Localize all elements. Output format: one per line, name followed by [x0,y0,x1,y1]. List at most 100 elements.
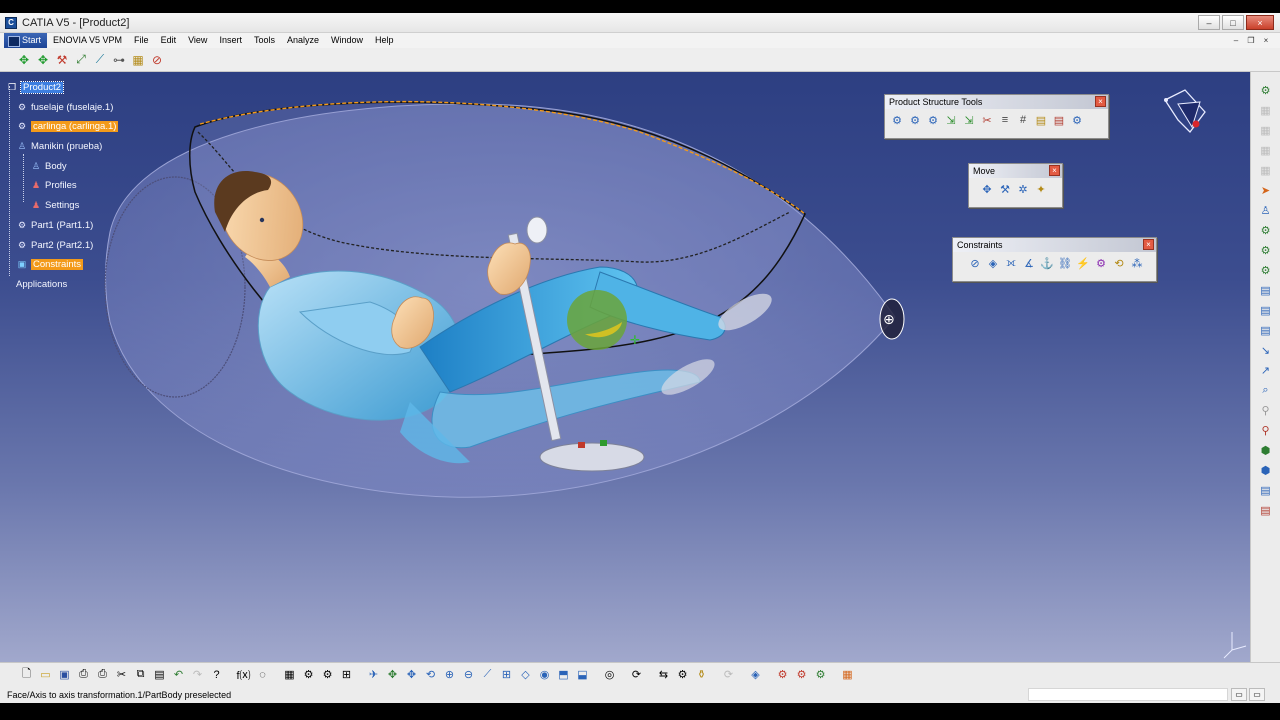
tree-node-carlinga[interactable]: ⚙ carlinga (carlinga.1) [16,118,119,134]
snap-tool-icon[interactable]: ⚒ [997,181,1013,197]
minimize-button[interactable]: – [1198,15,1220,30]
tree-label-body[interactable]: Body [45,161,67,172]
menu-view[interactable]: View [182,33,213,48]
select-icon[interactable]: ➤ [1258,182,1274,198]
pan-icon[interactable]: ✥ [403,667,420,683]
ik-worker-frame-icon[interactable]: ⌕ [1258,382,1274,398]
status-stop-icon[interactable]: ▭ [1231,688,1247,701]
fix-together-icon[interactable]: ⛓ [1057,255,1073,271]
existing-positioning-icon[interactable]: ⇲ [961,112,977,128]
replace-component-icon[interactable]: ✂ [979,112,995,128]
measure-between-icon[interactable]: ◈ [747,667,764,683]
tree-node-fuselaje[interactable]: ⚙ fuselaje (fuselaje.1) [16,99,113,115]
iso-view-icon[interactable]: ◇ [517,667,534,683]
menu-start[interactable]: Start [4,33,48,48]
save-icon[interactable]: ▣ [56,667,73,683]
preferred-angles-icon[interactable]: ▤ [1258,322,1274,338]
offset-constraint-icon[interactable]: ⟗ [1003,255,1019,271]
tree-node-part1[interactable]: ⚙ Part1 (Part1.1) [16,217,93,233]
zoom-out-icon[interactable]: ⊖ [460,667,477,683]
tree-node-settings[interactable]: ♟ Settings [30,197,79,213]
scene-icon[interactable]: ⚙ [812,667,829,683]
doc-close-icon[interactable]: × [1260,34,1272,46]
tree-label-manikin[interactable]: Manikin (prueba) [31,141,102,152]
reuse-pattern-icon[interactable]: ⁂ [1129,255,1145,271]
print-icon[interactable]: ⎙ [75,667,92,683]
attach-icon[interactable]: ⚲ [1258,422,1274,438]
change-constraint-icon[interactable]: ⟲ [1111,255,1127,271]
generate-numbering-icon[interactable]: # [1015,112,1031,128]
formula-icon[interactable]: f⒳ [235,667,252,683]
insert-product-icon[interactable]: ⚙ [907,112,923,128]
menu-window[interactable]: Window [325,33,369,48]
angular-limits-icon[interactable]: ▤ [1258,302,1274,318]
manipulation-tool-icon[interactable]: ✥ [979,181,995,197]
tree-expand-icon[interactable]: ⇆ [655,667,672,683]
new-icon[interactable]: 🗋 [18,667,35,683]
menu-help[interactable]: Help [369,33,400,48]
graph-tree-reordering-icon[interactable]: ≡ [997,112,1013,128]
analysis-icon[interactable]: ⬢ [1258,442,1274,458]
hide-show-icon[interactable]: ⬒ [555,667,572,683]
shading-icon[interactable]: ◉ [536,667,553,683]
inverse-kinematics-icon[interactable]: ↗ [1258,362,1274,378]
tree-label-fuselaje[interactable]: fuselaje (fuselaje.1) [31,102,113,113]
clash-icon[interactable]: ⟋ [92,52,108,68]
posture-icon[interactable]: ⚙ [1258,222,1274,238]
tree-node-part2[interactable]: ⚙ Part2 (Part2.1) [16,237,93,253]
no-update-icon[interactable]: ⊘ [149,52,165,68]
control-stick-base[interactable] [539,442,645,472]
insert-part-icon[interactable]: ⚙ [925,112,941,128]
3d-scene[interactable]: ✛ ⊕ [0,72,1250,662]
menu-analyze[interactable]: Analyze [281,33,325,48]
quick-constraint-icon[interactable]: ⚡ [1075,255,1091,271]
tree-label-part1[interactable]: Part1 (Part1.1) [31,220,93,231]
menu-edit[interactable]: Edit [155,33,183,48]
flexible-rigid-icon[interactable]: ⚙ [1093,255,1109,271]
vision-icon[interactable]: ▤ [1258,282,1274,298]
move-icon[interactable]: ✥ [35,52,51,68]
table-icon[interactable]: ⊞ [338,667,355,683]
panel-close-button[interactable]: × [1143,239,1154,250]
multi-instantiation-icon[interactable]: ⚙ [1069,112,1085,128]
zoom-in-icon[interactable]: ⊕ [441,667,458,683]
rotate-icon[interactable]: ⟲ [422,667,439,683]
manipulation-icon[interactable]: ✥ [16,52,32,68]
multi-view-icon[interactable]: ⊞ [498,667,515,683]
report-icon[interactable]: ▤ [1258,502,1274,518]
constraint-tool-icon[interactable]: ⚲ [1258,402,1274,418]
view-mode-icon[interactable]: ◎ [601,667,618,683]
reach-envelope-icon[interactable]: ⚙ [1258,262,1274,278]
tree-node-manikin[interactable]: ♙ Manikin (prueba) [16,138,102,154]
explode-tool-icon[interactable]: ✲ [1015,181,1031,197]
snap-icon[interactable]: ⚒ [54,52,70,68]
panel-close-button[interactable]: × [1095,96,1106,107]
lift-analysis-icon[interactable]: ⬢ [1258,462,1274,478]
angle-constraint-icon[interactable]: ∡ [1021,255,1037,271]
3d-viewport[interactable]: ✛ ⊕ ❒ Product2 ⚙ fuselaje (fuselaje.1) ⚙… [0,72,1250,662]
panel-title-bar[interactable]: Constraints × [953,238,1156,252]
forward-kinematics-icon[interactable]: ↘ [1258,342,1274,358]
doc-minimize-icon[interactable]: – [1230,34,1242,46]
insert-component-icon[interactable]: ⚙ [889,112,905,128]
render-icon[interactable]: ⚙ [793,667,810,683]
tree-node-profiles[interactable]: ♟ Profiles [30,177,77,193]
tree-label-part2[interactable]: Part2 (Part2.1) [31,240,93,251]
manage-representations-icon[interactable]: ▤ [1051,112,1067,128]
menu-file[interactable]: File [128,33,155,48]
quick-print-icon[interactable]: ⎙ [94,667,111,683]
fit-all-icon[interactable]: ✥ [384,667,401,683]
knowledge-icon[interactable]: ⚙ [300,667,317,683]
tree-node-product2[interactable]: ❒ Product2 [6,79,65,95]
panel-title-bar[interactable]: Product Structure Tools × [885,95,1108,109]
command-input[interactable] [1028,688,1228,701]
close-button[interactable]: × [1246,15,1274,30]
menu-insert[interactable]: Insert [213,33,248,48]
cut-icon[interactable]: ✂ [113,667,130,683]
3d-compass[interactable] [1164,89,1206,133]
knee-joint-sphere[interactable] [567,290,627,350]
tree-label-product2[interactable]: Product2 [19,80,65,94]
manikin-tool-icon[interactable]: ♙ [1258,202,1274,218]
posture-editor-icon[interactable]: ⚙ [1258,242,1274,258]
selective-load-icon[interactable]: ▤ [1033,112,1049,128]
